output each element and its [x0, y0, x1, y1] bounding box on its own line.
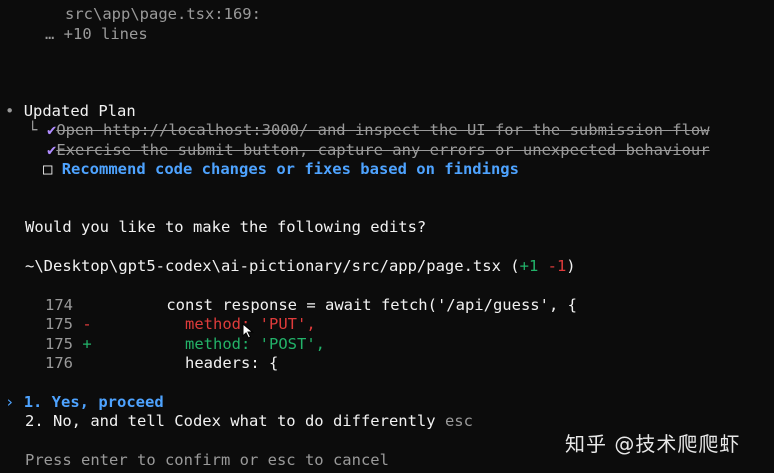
- lines-added-count: +1: [519, 257, 539, 275]
- watermark: 知乎 @技术爬爬虾: [565, 432, 741, 456]
- diff-sign: [82, 296, 91, 314]
- file-reference: src\app\page.tsx:169:: [65, 5, 261, 23]
- checkmark-icon: ✔: [47, 141, 57, 159]
- plan-item-2: ✔Exercise the submit button, capture any…: [47, 141, 710, 160]
- footer-help-text: Press enter to confirm or esc to cancel: [25, 451, 389, 469]
- tree-connector-icon: └: [28, 121, 38, 139]
- option-label: 1. Yes, proceed: [23, 393, 164, 411]
- file-path: ~\Desktop\gpt5-codex\ai-pictionary/src/a…: [25, 257, 501, 275]
- collapsed-lines-indicator: … +10 lines: [45, 25, 148, 43]
- lines-removed-count: -1: [547, 257, 567, 275]
- diff-sign: [82, 354, 91, 372]
- line-number: 174: [45, 296, 73, 314]
- checkmark-icon: ✔: [47, 121, 57, 139]
- diff-code: method: 'PUT',: [129, 315, 316, 333]
- plan-item-text: Open http://localhost:3000/ and inspect …: [56, 121, 710, 139]
- plan-item-text: Recommend code changes or fixes based on…: [61, 160, 519, 178]
- diff-line: 176 headers: {: [45, 354, 278, 373]
- mouse-cursor-icon: [242, 322, 254, 343]
- plan-item-1: ✔Open http://localhost:3000/ and inspect…: [47, 121, 710, 140]
- diff-sign: -: [82, 315, 92, 333]
- line-number: 175: [45, 315, 73, 333]
- plan-item-text: Exercise the submit button, capture any …: [56, 141, 710, 159]
- diff-line: 174 const response = await fetch('/api/g…: [45, 296, 577, 315]
- line-number: 176: [45, 354, 73, 372]
- line-number: 175: [45, 335, 73, 353]
- option-yes-proceed[interactable]: › 1. Yes, proceed: [5, 393, 164, 412]
- edit-question: Would you like to make the following edi…: [25, 218, 427, 236]
- plan-header: • Updated Plan: [5, 102, 136, 121]
- file-path-line: ~\Desktop\gpt5-codex\ai-pictionary/src/a…: [25, 257, 576, 276]
- diff-sign: +: [82, 335, 92, 353]
- option-shortcut-hint: esc: [444, 412, 473, 430]
- diff-code: const response = await fetch('/api/guess…: [129, 296, 577, 314]
- paren-close: ): [566, 257, 576, 275]
- bullet-icon: •: [5, 102, 15, 120]
- plan-title: Updated Plan: [23, 102, 136, 120]
- diff-line-removed: 175 - method: 'PUT',: [45, 315, 316, 334]
- plan-item-3: □ Recommend code changes or fixes based …: [43, 160, 519, 179]
- diff-line-added: 175 + method: 'POST',: [45, 335, 325, 354]
- option-label: 2. No, and tell Codex what to do differe…: [25, 412, 436, 430]
- diff-code: headers: {: [129, 354, 279, 372]
- paren-open: (: [510, 257, 520, 275]
- checkbox-icon: □: [43, 160, 53, 178]
- selection-arrow-icon: ›: [5, 393, 15, 411]
- diff-code: method: 'POST',: [129, 335, 325, 353]
- option-no-tell-codex[interactable]: 2. No, and tell Codex what to do differe…: [25, 412, 473, 431]
